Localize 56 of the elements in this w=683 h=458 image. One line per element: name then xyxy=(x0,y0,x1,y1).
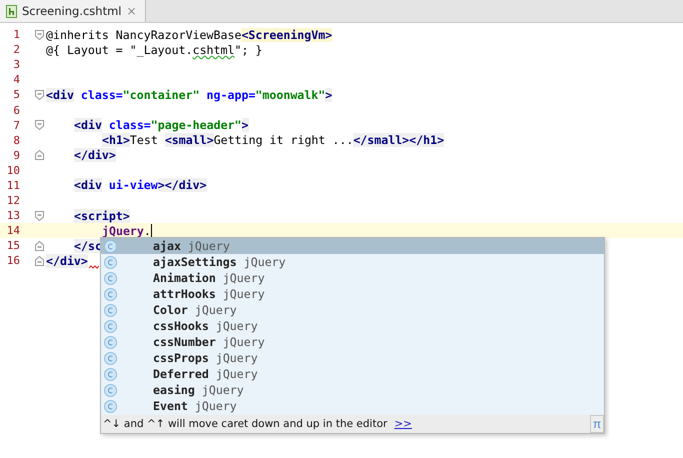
completion-item[interactable]: ajax jQuery xyxy=(101,238,604,254)
file-tab[interactable]: Screening.cshtml × xyxy=(0,0,146,22)
completion-item[interactable]: cssNumber jQuery xyxy=(101,334,604,350)
completion-item[interactable]: easing jQuery xyxy=(101,382,604,398)
line-number: 16 xyxy=(6,254,20,268)
line-number: 4 xyxy=(12,73,20,86)
fold-icon[interactable] xyxy=(35,256,44,266)
code-line: <h1>Test <small>Getting it right ...</small></h1> xyxy=(102,133,444,148)
fold-icon[interactable] xyxy=(35,150,44,160)
fold-icon[interactable] xyxy=(35,240,44,251)
code-line: <div ui-view></div> xyxy=(74,178,207,192)
line-number: 1 xyxy=(12,28,20,42)
line-number: 12 xyxy=(6,194,20,208)
line-number: 2 xyxy=(12,43,20,56)
line-number: 15 xyxy=(6,239,20,252)
line-number: 5 xyxy=(12,88,20,102)
class-icon xyxy=(104,240,117,252)
line-number: 14 xyxy=(6,224,20,238)
line-number: 3 xyxy=(12,58,20,72)
completion-item[interactable]: Color jQuery xyxy=(101,302,604,318)
fold-icon[interactable] xyxy=(35,30,44,40)
completion-item[interactable]: Animation jQuery xyxy=(101,270,604,286)
code-line: <div class="page-header"> xyxy=(74,118,249,132)
line-number: 9 xyxy=(12,148,20,162)
line-number: 6 xyxy=(12,104,20,117)
class-icon xyxy=(104,336,117,348)
class-icon xyxy=(104,304,117,316)
fold-icon[interactable] xyxy=(35,120,44,130)
completion-item[interactable]: Deferred jQuery xyxy=(101,366,604,382)
class-icon xyxy=(104,288,117,300)
line-number: 11 xyxy=(6,178,20,192)
class-icon xyxy=(104,256,117,268)
class-icon xyxy=(104,400,117,412)
class-icon xyxy=(104,368,117,380)
fold-icon[interactable] xyxy=(35,90,44,100)
completion-item[interactable]: ajaxSettings jQuery xyxy=(101,254,604,270)
completion-item[interactable]: cssHooks jQuery xyxy=(101,318,604,334)
code-line: jQuery. xyxy=(102,224,152,238)
completion-item[interactable]: Event jQuery xyxy=(101,398,604,414)
line-number: 8 xyxy=(12,134,20,147)
class-icon xyxy=(104,384,117,396)
code-line: <div class="container" ng-app="moonwalk"> xyxy=(46,88,332,102)
line-number: 7 xyxy=(12,118,20,132)
line-number: 10 xyxy=(6,164,20,177)
completion-item[interactable]: attrHooks jQuery xyxy=(101,286,604,302)
completion-item[interactable]: cssProps jQuery xyxy=(101,350,604,366)
fold-icon[interactable] xyxy=(35,210,44,221)
code-line: @{ Layout = "_Layout.cshtml"; } xyxy=(46,42,262,57)
class-icon xyxy=(104,320,117,332)
more-link[interactable]: >> xyxy=(394,418,412,430)
file-icon xyxy=(6,4,17,18)
hint-text: ^↓ and ^↑ will move caret down and up in the editor xyxy=(103,418,388,430)
line-number: 13 xyxy=(6,209,20,222)
class-icon xyxy=(104,352,117,364)
code-line: @inherits NancyRazorViewBase<ScreeningVm> xyxy=(46,28,332,42)
class-icon xyxy=(104,272,117,284)
